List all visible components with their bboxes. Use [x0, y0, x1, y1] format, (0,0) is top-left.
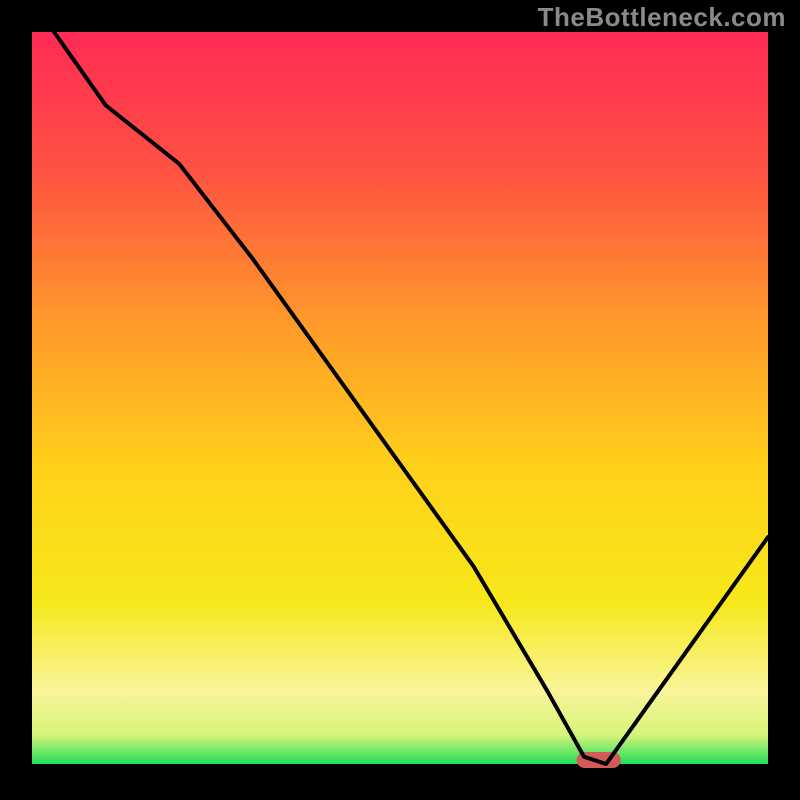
chart-container: TheBottleneck.com [0, 0, 800, 800]
watermark-text: TheBottleneck.com [538, 2, 786, 33]
frame-left [0, 0, 32, 800]
plot-background [32, 32, 768, 764]
frame-bottom [0, 764, 800, 800]
chart-svg [0, 0, 800, 800]
frame-right [768, 0, 800, 800]
